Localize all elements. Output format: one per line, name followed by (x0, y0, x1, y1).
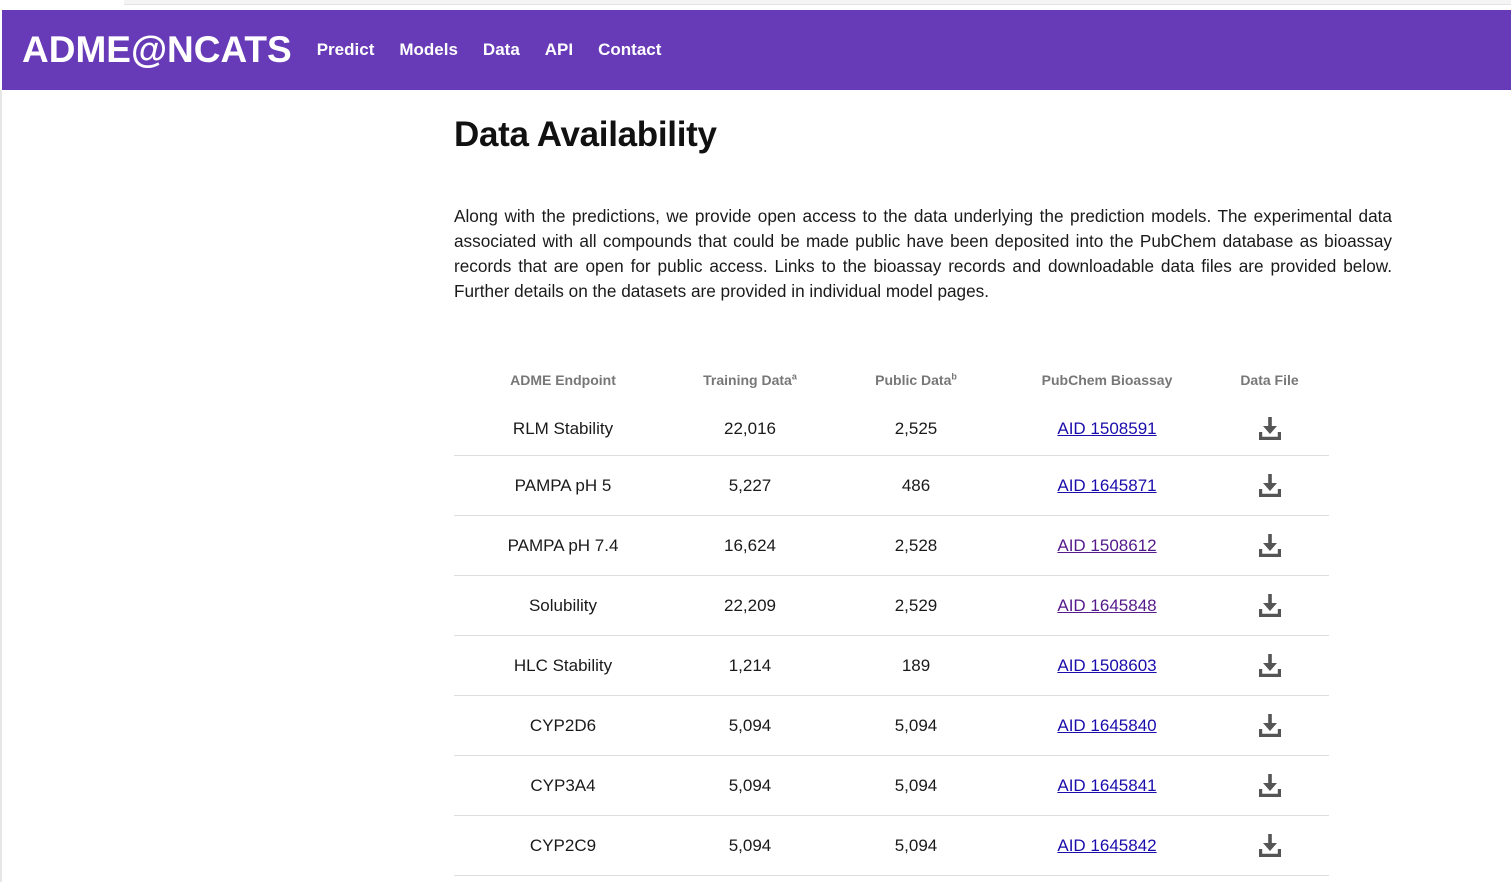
download-icon[interactable] (1257, 833, 1283, 859)
cell-data-file (1210, 695, 1329, 756)
table-row: HLC Stability 1,214 189 AID 1508603 (454, 635, 1329, 696)
header-public: Public Datab (828, 358, 1004, 402)
browser-top-strip (0, 0, 1511, 10)
header-pubchem: PubChem Bioassay (1004, 358, 1210, 402)
main-content: Data Availability Along with the predict… (454, 90, 1394, 304)
download-icon[interactable] (1257, 773, 1283, 799)
header-endpoint-label: ADME Endpoint (510, 372, 616, 388)
cell-endpoint: CYP2C9 (454, 815, 672, 876)
cell-training-data: 5,094 (672, 695, 828, 756)
cell-pubchem: AID 1645848 (1004, 575, 1210, 636)
cell-public-data: 5,094 (828, 815, 1004, 876)
cell-training-data: 16,624 (672, 515, 828, 576)
cell-data-file (1210, 815, 1329, 876)
table-row: CYP2D6 5,094 5,094 AID 1645840 (454, 695, 1329, 756)
cell-public-data: 2,528 (828, 515, 1004, 576)
cell-endpoint: Solubility (454, 575, 672, 636)
download-icon[interactable] (1257, 473, 1283, 499)
pubchem-aid-link[interactable]: AID 1645840 (1057, 716, 1156, 735)
cell-training-data: 22,209 (672, 575, 828, 636)
cell-data-file (1210, 635, 1329, 696)
pubchem-aid-link[interactable]: AID 1645841 (1057, 776, 1156, 795)
cell-public-data: 189 (828, 635, 1004, 696)
table-row: RLM Stability 22,016 2,525 AID 1508591 (454, 402, 1329, 456)
cell-pubchem: AID 1645842 (1004, 815, 1210, 876)
download-icon[interactable] (1257, 533, 1283, 559)
table-row: Solubility 22,209 2,529 AID 1645848 (454, 575, 1329, 636)
header-file-label: Data File (1240, 372, 1299, 388)
header-training-label: Training Data (703, 372, 792, 388)
pubchem-aid-link[interactable]: AID 1508612 (1057, 536, 1156, 555)
cell-public-data: 5,094 (828, 695, 1004, 756)
download-icon[interactable] (1257, 416, 1283, 442)
table-body: RLM Stability 22,016 2,525 AID 1508591 PAMPA… (454, 402, 1329, 876)
download-icon[interactable] (1257, 593, 1283, 619)
cell-public-data: 2,525 (828, 402, 1004, 456)
page-title: Data Availability (454, 115, 717, 154)
download-icon[interactable] (1257, 653, 1283, 679)
cell-public-data: 2,529 (828, 575, 1004, 636)
cell-data-file (1210, 455, 1329, 516)
header-pubchem-label: PubChem Bioassay (1041, 372, 1173, 388)
left-divider (0, 90, 2, 882)
cell-pubchem: AID 1508591 (1004, 402, 1210, 456)
data-availability-table: ADME Endpoint Training Dataa Public Data… (454, 358, 1329, 876)
header-public-footnote: b (951, 371, 957, 382)
header-file: Data File (1210, 358, 1329, 402)
intro-paragraph: Along with the predictions, we provide o… (454, 206, 1392, 301)
header-training-footnote: a (791, 371, 797, 382)
table-row: CYP3A4 5,094 5,094 AID 1645841 (454, 755, 1329, 816)
download-icon[interactable] (1257, 713, 1283, 739)
pubchem-aid-link[interactable]: AID 1508603 (1057, 656, 1156, 675)
cell-public-data: 5,094 (828, 755, 1004, 816)
nav-link-predict[interactable]: Predict (317, 40, 375, 60)
cell-endpoint: PAMPA pH 5 (454, 455, 672, 516)
table-header-row: ADME Endpoint Training Dataa Public Data… (454, 358, 1329, 402)
navbar: ADME@NCATS Predict Models Data API Conta… (2, 10, 1511, 90)
cell-training-data: 5,094 (672, 815, 828, 876)
pubchem-aid-link[interactable]: AID 1645871 (1057, 476, 1156, 495)
cell-training-data: 5,094 (672, 755, 828, 816)
header-public-label: Public Data (875, 372, 952, 388)
cell-training-data: 1,214 (672, 635, 828, 696)
table-row: PAMPA pH 5 5,227 486 AID 1645871 (454, 455, 1329, 516)
nav-link-contact[interactable]: Contact (598, 40, 661, 60)
cell-endpoint: HLC Stability (454, 635, 672, 696)
table-row: PAMPA pH 7.4 16,624 2,528 AID 1508612 (454, 515, 1329, 576)
pubchem-aid-link[interactable]: AID 1508591 (1057, 419, 1156, 438)
top-edge (124, 0, 1511, 5)
cell-endpoint: CYP2D6 (454, 695, 672, 756)
header-endpoint: ADME Endpoint (454, 358, 672, 402)
cell-endpoint: PAMPA pH 7.4 (454, 515, 672, 576)
header-training: Training Dataa (672, 358, 828, 402)
brand-logo[interactable]: ADME@NCATS (22, 29, 292, 71)
cell-data-file (1210, 515, 1329, 576)
table-row: CYP2C9 5,094 5,094 AID 1645842 (454, 815, 1329, 876)
nav-link-data[interactable]: Data (483, 40, 520, 60)
cell-pubchem: AID 1645871 (1004, 455, 1210, 516)
nav-link-api[interactable]: API (545, 40, 573, 60)
pubchem-aid-link[interactable]: AID 1645842 (1057, 836, 1156, 855)
cell-data-file (1210, 402, 1329, 456)
cell-endpoint: RLM Stability (454, 402, 672, 456)
cell-training-data: 5,227 (672, 455, 828, 516)
cell-pubchem: AID 1508612 (1004, 515, 1210, 576)
cell-endpoint: CYP3A4 (454, 755, 672, 816)
cell-public-data: 486 (828, 455, 1004, 516)
pubchem-aid-link[interactable]: AID 1645848 (1057, 596, 1156, 615)
cell-pubchem: AID 1645840 (1004, 695, 1210, 756)
cell-data-file (1210, 755, 1329, 816)
page: ADME@NCATS Predict Models Data API Conta… (0, 0, 1511, 882)
nav-link-models[interactable]: Models (399, 40, 458, 60)
cell-pubchem: AID 1508603 (1004, 635, 1210, 696)
cell-data-file (1210, 575, 1329, 636)
cell-training-data: 22,016 (672, 402, 828, 456)
cell-pubchem: AID 1645841 (1004, 755, 1210, 816)
